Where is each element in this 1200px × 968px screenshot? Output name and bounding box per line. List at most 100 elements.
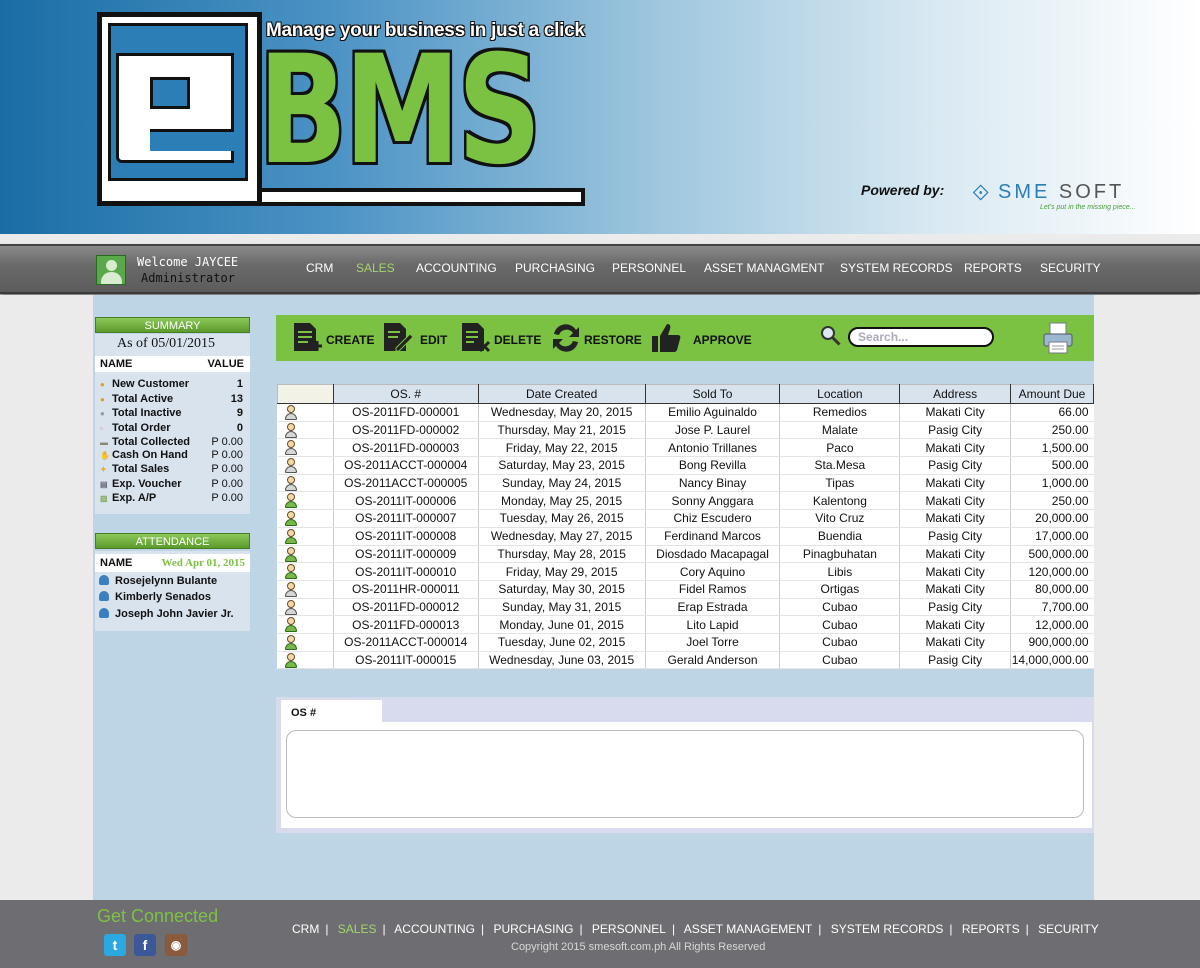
cell-location: Pinagbuhatan xyxy=(779,545,900,564)
icon-column-header xyxy=(277,384,334,404)
table-row[interactable]: OS-2011IT-000009 Thursday, May 28, 2015 Di… xyxy=(277,545,1094,564)
cell-sold-to: Ferdinand Marcos xyxy=(644,527,780,546)
nav-item-accounting[interactable]: ACCOUNTING xyxy=(416,261,497,275)
facebook-icon[interactable]: f xyxy=(134,934,156,956)
order-icon: ▫ xyxy=(100,424,103,433)
instagram-icon[interactable]: ◉ xyxy=(165,934,187,956)
user-status-icon xyxy=(284,475,298,491)
nav-item-system-records[interactable]: SYSTEM RECORDS xyxy=(840,261,953,275)
footer-nav: CRM | SALES | ACCOUNTING | PURCHASING | PERS… xyxy=(292,922,1099,936)
nav-item-purchasing[interactable]: PURCHASING xyxy=(515,261,595,275)
table-row[interactable]: OS-2011ACCT-000014 Tuesday, June 02, 2015… xyxy=(277,633,1094,652)
edit-button[interactable]: EDIT xyxy=(382,322,452,354)
row-status-cell xyxy=(277,474,334,493)
cell-date-created: Monday, May 25, 2015 xyxy=(477,491,646,511)
active-icon: ● xyxy=(100,395,105,404)
table-row[interactable]: OS-2011IT-000007 Tuesday, May 26, 2015 Chi… xyxy=(277,509,1094,528)
footer-link-crm[interactable]: CRM xyxy=(292,922,319,936)
delete-icon xyxy=(462,323,491,353)
cell-os-number: OS-2011ACCT-000004 xyxy=(332,456,479,475)
delete-button[interactable]: DELETE xyxy=(460,322,541,354)
cell-amount-due: 12,000.00 xyxy=(1009,615,1094,634)
table-row[interactable]: OS-2011FD-000003 Friday, May 22, 2015 Anto… xyxy=(277,438,1094,458)
nav-item-sales[interactable]: SALES xyxy=(356,261,395,275)
cell-os-number: OS-2011IT-000010 xyxy=(332,562,479,581)
footer-link-accounting[interactable]: ACCOUNTING xyxy=(394,922,475,936)
printer-icon[interactable] xyxy=(1043,322,1073,354)
column-header-os-number[interactable]: OS. # xyxy=(332,384,479,404)
summary-row-new-customer: ● New Customer 1 xyxy=(100,378,243,390)
approve-button[interactable]: APPROVE xyxy=(650,322,752,354)
footer-link-system-records[interactable]: SYSTEM RECORDS xyxy=(831,922,944,936)
cell-address: Makati City xyxy=(899,615,1011,634)
table-row[interactable]: OS-2011FD-000001 Wednesday, May 20, 2015 E… xyxy=(277,403,1094,422)
cell-os-number: OS-2011FD-000013 xyxy=(332,615,479,634)
cell-amount-due: 900,000.00 xyxy=(1009,633,1094,652)
nav-item-crm[interactable]: CRM xyxy=(306,261,333,275)
sales-icon: ✦ xyxy=(100,465,107,474)
cell-amount-due: 500,000.00 xyxy=(1009,545,1094,564)
restore-button[interactable]: RESTORE xyxy=(550,322,642,354)
row-status-cell xyxy=(277,438,334,458)
page-margin-right xyxy=(1094,295,1200,900)
footer-link-purchasing[interactable]: PURCHASING xyxy=(493,922,573,936)
table-row[interactable]: OS-2011FD-000013 Monday, June 01, 2015 Lit… xyxy=(277,615,1094,634)
footer-link-reports[interactable]: REPORTS xyxy=(962,922,1020,936)
welcome-text: Welcome JAYCEE xyxy=(137,255,239,269)
table-row[interactable]: OS-2011ACCT-000004 Saturday, May 23, 2015… xyxy=(277,456,1094,475)
table-row[interactable]: OS-2011FD-000012 Sunday, May 31, 2015 Erap… xyxy=(277,598,1094,617)
footer-link-asset-management[interactable]: ASSET MANAGEMENT xyxy=(684,922,812,936)
user-status-icon xyxy=(284,458,298,474)
user-status-icon xyxy=(284,581,298,597)
footer-link-sales[interactable]: SALES xyxy=(338,922,377,936)
search-icon[interactable] xyxy=(820,325,842,347)
voucher-icon: ▤ xyxy=(100,480,108,489)
row-status-cell xyxy=(277,633,334,652)
header-banner: BMS Manage your business in just a click… xyxy=(0,0,1200,234)
cell-os-number: OS-2011IT-000009 xyxy=(332,545,479,564)
nav-item-asset-management[interactable]: ASSET MANAGMENT xyxy=(704,261,824,275)
user-status-icon xyxy=(284,493,298,509)
ebms-logo-text: BMS xyxy=(258,24,542,198)
footer-link-personnel[interactable]: PERSONNEL xyxy=(592,922,666,936)
column-header-sold-to[interactable]: Sold To xyxy=(644,384,781,404)
table-row[interactable]: OS-2011IT-000008 Wednesday, May 27, 2015 F… xyxy=(277,527,1094,546)
cell-amount-due: 250.00 xyxy=(1009,491,1094,511)
edit-icon xyxy=(384,323,414,352)
person-icon xyxy=(99,575,109,585)
search-input[interactable] xyxy=(848,327,994,347)
summary-col-name: NAME xyxy=(100,358,133,370)
column-header-date-created[interactable]: Date Created xyxy=(477,384,646,404)
twitter-icon[interactable]: t xyxy=(104,934,126,956)
cell-date-created: Tuesday, June 02, 2015 xyxy=(477,633,646,652)
cell-address: Pasig City xyxy=(899,598,1011,617)
detail-textarea[interactable] xyxy=(286,730,1084,818)
table-row[interactable]: OS-2011ACCT-000005 Sunday, May 24, 2015 Na… xyxy=(277,474,1094,493)
create-button[interactable]: CREATE xyxy=(292,322,374,354)
row-status-cell xyxy=(277,580,334,599)
table-row[interactable]: OS-2011FD-000002 Thursday, May 21, 2015 Jo… xyxy=(277,421,1094,440)
user-status-icon xyxy=(284,564,298,580)
cell-location: Libis xyxy=(779,562,900,581)
row-status-cell xyxy=(277,491,334,511)
table-row[interactable]: OS-2011IT-000010 Friday, May 29, 2015 Cory… xyxy=(277,562,1094,581)
row-status-cell xyxy=(277,562,334,581)
nav-item-reports[interactable]: REPORTS xyxy=(964,261,1022,275)
nav-item-personnel[interactable]: PERSONNEL xyxy=(612,261,686,275)
table-row[interactable]: OS-2011IT-000015 Wednesday, June 03, 2015… xyxy=(277,651,1094,670)
footer-link-security[interactable]: SECURITY xyxy=(1038,922,1099,936)
table-row[interactable]: OS-2011IT-000006 Monday, May 25, 2015 Sonn… xyxy=(277,491,1094,511)
attendance-column-headers: NAME Wed Apr 01, 2015 xyxy=(95,554,250,572)
cell-address: Pasig City xyxy=(899,651,1011,670)
cell-os-number: OS-2011IT-000007 xyxy=(332,509,479,528)
column-header-address[interactable]: Address xyxy=(899,384,1011,404)
smesoft-name: SME SOFT xyxy=(998,181,1125,203)
column-header-location[interactable]: Location xyxy=(779,384,901,404)
column-header-amount-due[interactable]: Amount Due xyxy=(1009,384,1095,404)
nav-item-security[interactable]: SECURITY xyxy=(1040,261,1101,275)
summary-panel: As of 05/01/2015 NAME VALUE ● New Custome… xyxy=(95,334,250,514)
cell-amount-due: 17,000.00 xyxy=(1009,527,1094,546)
cell-location: Kalentong xyxy=(779,491,900,511)
cell-location: Remedios xyxy=(779,403,900,422)
table-row[interactable]: OS-2011HR-000011 Saturday, May 30, 2015 Fi… xyxy=(277,580,1094,599)
